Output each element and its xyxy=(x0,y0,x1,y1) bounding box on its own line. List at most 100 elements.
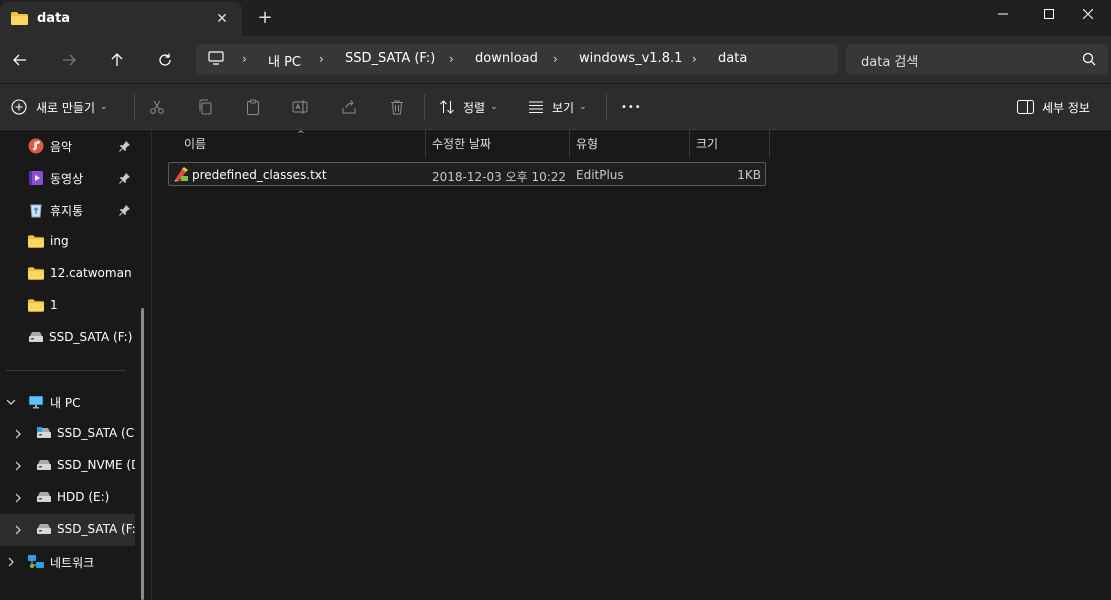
chevron-right-icon[interactable] xyxy=(12,524,24,536)
sidebar-item-label: ing xyxy=(50,234,69,248)
sidebar-scrollbar[interactable] xyxy=(141,308,144,600)
arrow-left-icon xyxy=(13,54,26,66)
file-list: ^ 이름 수정한 날짜 유형 크기 predefined_classes.txt… xyxy=(152,130,1111,600)
column-header-size[interactable]: 크기 xyxy=(696,130,718,157)
share-icon xyxy=(342,100,356,114)
sidebar-item-network[interactable]: 네트워크 xyxy=(0,546,135,578)
breadcrumb-windows[interactable]: windows_v1.8.1 xyxy=(579,51,682,66)
paste-button[interactable] xyxy=(243,97,263,117)
sort-icon xyxy=(440,100,454,114)
new-label: 새로 만들기 xyxy=(36,100,96,115)
chevron-right-icon[interactable] xyxy=(12,492,24,504)
breadcrumb-data[interactable]: data xyxy=(718,51,747,66)
search-input[interactable]: data 검색 xyxy=(861,51,918,70)
back-button[interactable] xyxy=(7,47,33,73)
column-label: 이름 xyxy=(184,137,207,151)
table-row[interactable]: predefined_classes.txt 2018-12-03 오후 10:… xyxy=(168,162,766,186)
tab-data[interactable]: data ✕ xyxy=(0,2,242,36)
rename-icon xyxy=(292,100,308,114)
title-bar: data ✕ + xyxy=(0,0,1111,36)
sidebar-item-label: SSD_SATA (F:) xyxy=(57,522,135,536)
close-icon xyxy=(1083,9,1093,19)
sidebar-item-label: 1 xyxy=(50,298,58,312)
column-divider[interactable] xyxy=(425,130,426,157)
drive-icon xyxy=(29,332,43,342)
breadcrumb-download[interactable]: download xyxy=(475,51,538,66)
column-divider[interactable] xyxy=(689,130,690,157)
forward-button[interactable] xyxy=(56,47,82,73)
sidebar-item-ssd-sata-c[interactable]: SSD_SATA (C:) xyxy=(0,418,135,450)
breadcrumb-this-pc[interactable]: 내 PC xyxy=(268,51,301,70)
column-header-type[interactable]: 유형 xyxy=(576,130,598,157)
video-icon xyxy=(29,171,43,185)
trash-icon xyxy=(391,100,403,115)
chevron-down-icon[interactable] xyxy=(5,396,17,408)
toolbar-divider xyxy=(134,94,135,121)
new-button[interactable]: 새로 만들기 ⌄ xyxy=(11,96,108,118)
toolbar-divider xyxy=(606,94,607,121)
arrow-right-icon xyxy=(63,54,76,66)
view-button[interactable]: 보기 ⌄ xyxy=(528,96,587,118)
breadcrumb-drive[interactable]: SSD_SATA (F:) xyxy=(345,51,435,66)
sidebar-item-videos[interactable]: 동영상 xyxy=(0,162,135,194)
new-tab-button[interactable]: + xyxy=(255,8,275,28)
pin-icon xyxy=(119,141,130,152)
refresh-icon xyxy=(159,53,171,66)
search-icon[interactable] xyxy=(1082,52,1096,66)
drive-icon xyxy=(37,460,51,470)
sidebar-item-ing[interactable]: ing xyxy=(0,226,135,258)
close-window-button[interactable] xyxy=(1065,0,1111,28)
toolbar-divider xyxy=(424,94,425,121)
sort-ascending-icon: ^ xyxy=(297,130,305,140)
column-divider[interactable] xyxy=(769,130,770,157)
sidebar-item-label: 12.catwoman xyxy=(50,266,132,280)
column-header-name[interactable]: 이름 xyxy=(184,130,206,157)
sidebar-item-catwoman[interactable]: 12.catwoman xyxy=(0,258,135,290)
delete-button[interactable] xyxy=(387,97,407,117)
rename-button[interactable] xyxy=(290,97,310,117)
chevron-right-icon[interactable] xyxy=(5,556,17,568)
column-divider[interactable] xyxy=(569,130,570,157)
file-size: 1KB xyxy=(737,168,761,182)
minimize-button[interactable] xyxy=(980,0,1026,28)
network-icon xyxy=(28,555,44,568)
folder-icon xyxy=(28,235,44,248)
more-options-button[interactable]: ••• xyxy=(621,96,642,118)
sidebar-item-label: 네트워크 xyxy=(50,556,95,570)
sidebar-item-recycle-bin[interactable]: 휴지통 xyxy=(0,194,135,226)
chevron-right-icon: › xyxy=(553,52,558,66)
cut-button[interactable] xyxy=(147,97,167,117)
chevron-right-icon: › xyxy=(449,52,454,66)
clipboard-icon xyxy=(247,99,259,115)
navigation-pane: 음악 동영상 휴지통 ing 12.catwoman 1 SSD_SATA (F… xyxy=(0,130,150,600)
column-header-modified[interactable]: 수정한 날짜 xyxy=(432,130,491,157)
sidebar-item-ssd-sata-f-selected[interactable]: SSD_SATA (F:) xyxy=(0,514,135,546)
up-button[interactable] xyxy=(104,47,130,73)
drive-icon xyxy=(37,492,51,502)
refresh-button[interactable] xyxy=(152,47,178,73)
sidebar-item-ssd-nvme-d[interactable]: SSD_NVME (D:) xyxy=(0,450,135,482)
maximize-icon xyxy=(1044,9,1054,19)
address-bar[interactable]: › 내 PC › SSD_SATA (F:) › download › wind… xyxy=(196,44,838,75)
pin-icon xyxy=(119,173,130,184)
details-pane-button[interactable]: 세부 정보 xyxy=(1017,96,1090,118)
chevron-right-icon[interactable] xyxy=(12,460,24,472)
tab-close-button[interactable]: ✕ xyxy=(213,10,231,28)
sidebar-item-label: 동영상 xyxy=(50,172,84,186)
copy-button[interactable] xyxy=(195,97,215,117)
search-box[interactable]: data 검색 xyxy=(846,44,1108,75)
folder-icon xyxy=(11,12,28,25)
sort-button[interactable]: 정렬 ⌄ xyxy=(439,96,498,118)
computer-icon xyxy=(29,396,43,409)
chevron-down-icon: ⌄ xyxy=(100,102,108,112)
sidebar-item-label: 휴지통 xyxy=(50,204,84,218)
computer-icon xyxy=(208,51,224,65)
sidebar-item-1[interactable]: 1 xyxy=(0,290,135,322)
sidebar-item-ssd-sata-f[interactable]: SSD_SATA (F:) xyxy=(0,322,135,354)
sidebar-item-hdd-e[interactable]: HDD (E:) xyxy=(0,482,135,514)
share-button[interactable] xyxy=(339,97,359,117)
arrow-up-icon xyxy=(111,53,123,66)
sidebar-item-this-pc[interactable]: 내 PC xyxy=(0,386,135,418)
chevron-right-icon[interactable] xyxy=(12,428,24,440)
sidebar-item-music[interactable]: 음악 xyxy=(0,130,135,162)
